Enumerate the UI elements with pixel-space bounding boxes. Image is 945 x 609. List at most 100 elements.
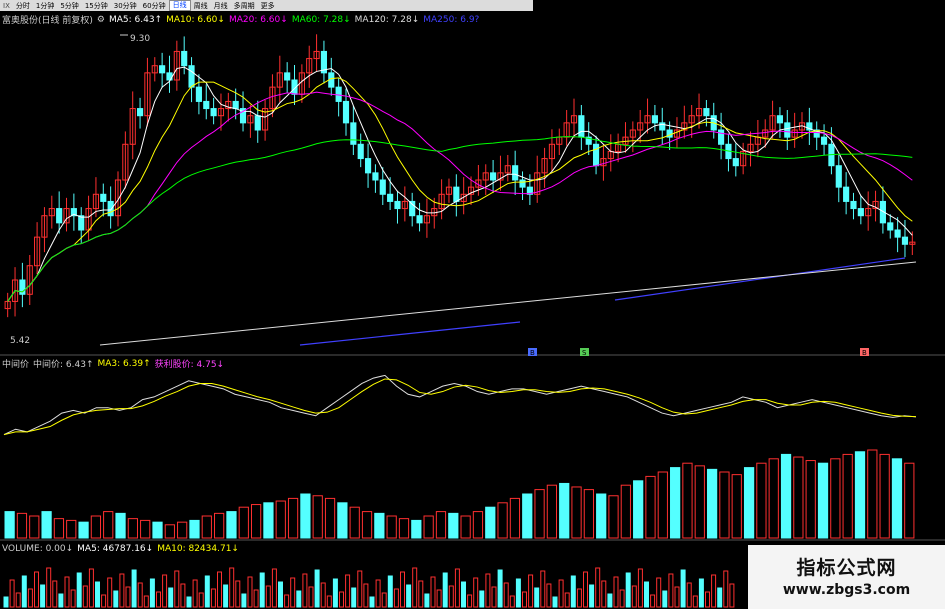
- candle-body: [335, 86, 342, 102]
- volume2-bar: [88, 568, 94, 608]
- watermark-url: www.zbgs3.com: [782, 582, 911, 598]
- volume2-bar: [259, 572, 265, 608]
- candle-body: [453, 186, 460, 202]
- volume2-bar: [271, 568, 277, 608]
- volume-bar: [842, 453, 853, 539]
- volume2-bar: [180, 583, 186, 608]
- volume-bar: [312, 495, 323, 539]
- volume2-bar: [76, 572, 82, 608]
- volume-bar: [633, 480, 644, 539]
- volume2-bar: [656, 577, 662, 608]
- volume2-bar: [576, 588, 582, 608]
- watermark: 指标公式网 www.zbgs3.com: [748, 545, 945, 609]
- volume2-bar: [430, 576, 436, 608]
- volume2-bar: [668, 573, 674, 608]
- volume2-bar: [21, 575, 27, 608]
- candle-body: [159, 65, 166, 74]
- volume2-bar: [46, 567, 52, 608]
- volume2-bar: [509, 595, 515, 608]
- watermark-title: 指标公式网: [796, 557, 897, 579]
- candle-body: [56, 208, 63, 224]
- volume2-bar: [9, 579, 15, 608]
- volume2-bar: [711, 574, 717, 608]
- volume2-bar: [113, 590, 119, 608]
- candle-body: [284, 72, 291, 81]
- trade-marker-label: S: [582, 349, 587, 357]
- volume2-bar: [265, 585, 271, 608]
- candle-body: [195, 86, 202, 102]
- volume2-bar: [540, 570, 546, 608]
- volume-bar: [226, 511, 237, 539]
- volume-bar: [177, 521, 188, 539]
- volume2-bar: [534, 587, 540, 608]
- volume2-bar: [186, 596, 192, 608]
- volume2-bar: [601, 580, 607, 608]
- volume2-bar: [58, 593, 64, 608]
- volume-bar: [460, 515, 471, 539]
- volume2-bar: [320, 582, 326, 608]
- candle-body: [342, 100, 350, 124]
- candle-body: [592, 143, 600, 167]
- volume2-bar: [210, 588, 216, 608]
- volume-bar: [620, 484, 631, 539]
- volume-bar: [287, 497, 299, 539]
- volume2-bar: [448, 585, 454, 608]
- volume2-bar: [143, 595, 149, 608]
- volume2-bar: [454, 568, 460, 608]
- candle-body: [100, 193, 107, 202]
- candle-body: [901, 236, 909, 245]
- volume2-bar: [156, 591, 161, 608]
- volume-bar: [423, 515, 434, 539]
- volume2-bar: [698, 578, 704, 608]
- volume-bar: [670, 467, 681, 539]
- volume-bar: [250, 504, 262, 539]
- volume-bar: [398, 518, 410, 539]
- candle-body: [357, 143, 364, 160]
- volume-bar: [891, 458, 903, 539]
- volume2-bar: [235, 580, 241, 608]
- candle-body: [394, 200, 401, 210]
- volume2-bar: [485, 573, 491, 608]
- volume-bar: [571, 486, 582, 539]
- volume2-bar: [680, 569, 686, 608]
- candle-body: [387, 193, 394, 202]
- candle-body: [372, 172, 379, 181]
- volume2-bar: [101, 594, 107, 608]
- volume2-bar: [418, 580, 424, 608]
- candle-body: [651, 115, 658, 124]
- volume2-bar: [351, 587, 357, 608]
- volume-bar: [731, 474, 742, 539]
- volume2-bar: [168, 587, 174, 608]
- volume2-bar: [406, 584, 412, 608]
- volume2-bar: [662, 590, 668, 608]
- volume-bar: [115, 512, 126, 539]
- volume-bar: [793, 456, 804, 539]
- volume2-bar: [546, 583, 552, 608]
- volume2-bar: [15, 592, 21, 608]
- volume2-bar: [253, 589, 259, 608]
- volume2-bar: [473, 577, 479, 608]
- volume2-bar: [467, 594, 473, 608]
- volume2-bar: [381, 592, 387, 608]
- ma10-line: [7, 77, 913, 302]
- volume-bar: [830, 458, 841, 539]
- candle-body: [857, 208, 864, 217]
- volume2-bar: [192, 579, 198, 608]
- volume2-bar: [393, 588, 399, 608]
- volume2-bar: [522, 591, 527, 608]
- volume2-bar: [515, 578, 521, 608]
- ma250-line: [299, 321, 521, 346]
- candle-body: [232, 100, 239, 110]
- candle-body: [210, 108, 217, 117]
- volume2-bar: [570, 575, 576, 608]
- candle-body: [512, 165, 519, 181]
- volume-bar: [719, 471, 730, 539]
- volume-bar: [522, 493, 533, 539]
- volume2-bar: [52, 580, 58, 608]
- volume2-bar: [552, 596, 558, 608]
- candle-body: [364, 158, 372, 174]
- candle-body: [107, 200, 114, 217]
- volume2-bar: [528, 574, 534, 608]
- candle-body: [490, 172, 497, 181]
- volume-bar: [29, 515, 40, 539]
